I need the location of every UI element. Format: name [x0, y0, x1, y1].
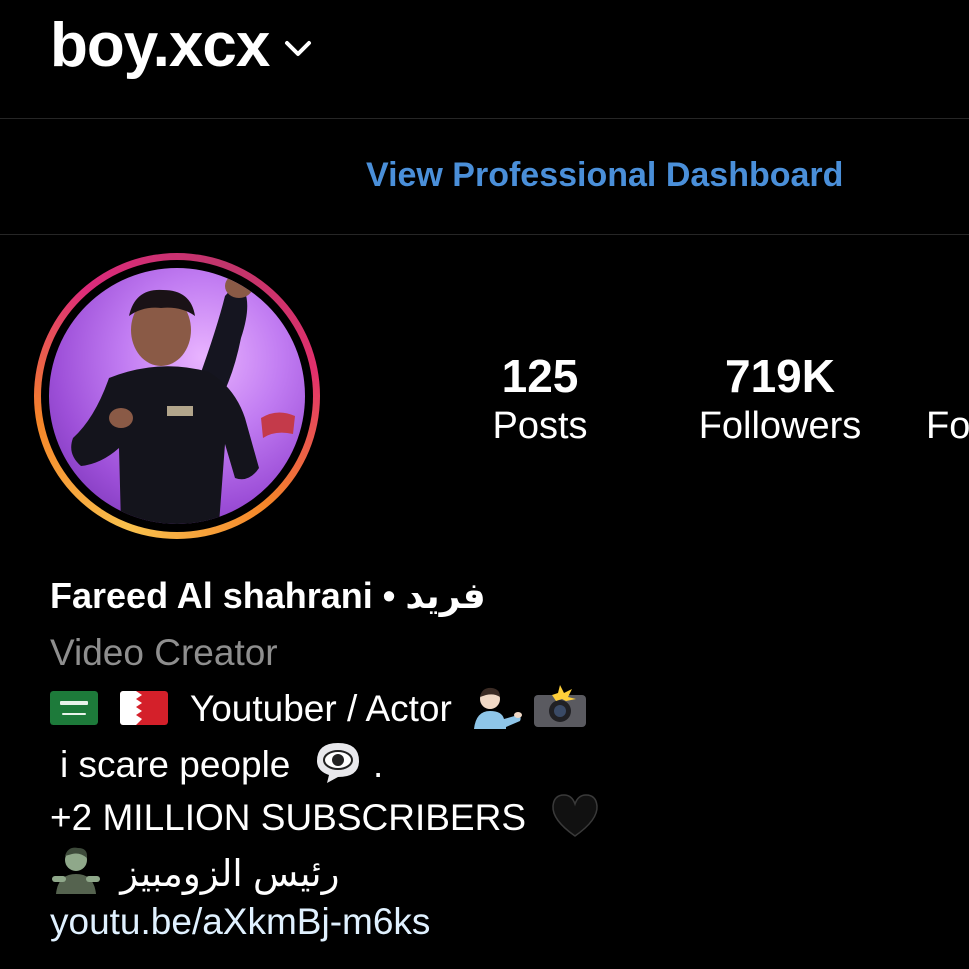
chevron-down-icon[interactable] — [283, 39, 313, 59]
zombie-icon — [52, 847, 100, 894]
profile-photo-icon — [71, 274, 295, 524]
username: boy.xcx — [50, 11, 270, 80]
avatar-gap — [41, 260, 313, 532]
saudi-flag-icon — [50, 691, 98, 725]
followers-label: Followers — [698, 405, 862, 447]
camera-flash-icon — [534, 685, 587, 727]
following-label: Fo — [926, 405, 969, 447]
bahrain-flag-icon — [120, 691, 169, 725]
followers-value: 719K — [725, 350, 835, 402]
bio-external-link[interactable]: youtu.be/aXkmBj-m6ks — [50, 899, 430, 945]
bio-arabic-text: رئيس الزومبيز — [120, 853, 340, 894]
followers-count[interactable]: 719K Followers — [680, 348, 880, 448]
profile-header: boy.xcx — [0, 0, 969, 118]
posts-count[interactable]: 125 Posts — [460, 348, 620, 448]
following-value — [926, 348, 969, 404]
display-name: Fareed Al shahrani • فريد — [50, 575, 486, 616]
bio-scare-text: i scare people — [60, 744, 291, 785]
bio-line-2: i scare people . — [50, 739, 383, 788]
bio-subscribers-text: +2 MILLION SUBSCRIBERS — [50, 797, 527, 838]
avatar[interactable] — [49, 268, 305, 524]
bio-line-3: +2 MILLION SUBSCRIBERS — [50, 792, 600, 841]
person-tipping-hand-icon — [474, 687, 523, 729]
story-ring[interactable] — [34, 253, 320, 539]
bio-scare-suffix: . — [372, 744, 384, 785]
bio-line-4: رئيس الزومبيز — [50, 846, 339, 897]
account-switcher[interactable]: boy.xcx — [50, 10, 313, 82]
divider — [0, 118, 969, 119]
posts-value: 125 — [501, 350, 579, 402]
following-count[interactable]: Fo — [926, 348, 969, 448]
black-heart-icon — [552, 794, 599, 837]
category-label: Video Creator — [50, 632, 278, 673]
eye-speech-bubble-icon — [316, 743, 359, 783]
posts-label: Posts — [492, 405, 588, 447]
divider — [0, 234, 969, 235]
bio-line-1: Youtuber / Actor — [50, 685, 588, 732]
bio-role-text: Youtuber / Actor — [189, 688, 452, 729]
view-professional-dashboard-button[interactable]: View Professional Dashboard — [366, 154, 843, 196]
